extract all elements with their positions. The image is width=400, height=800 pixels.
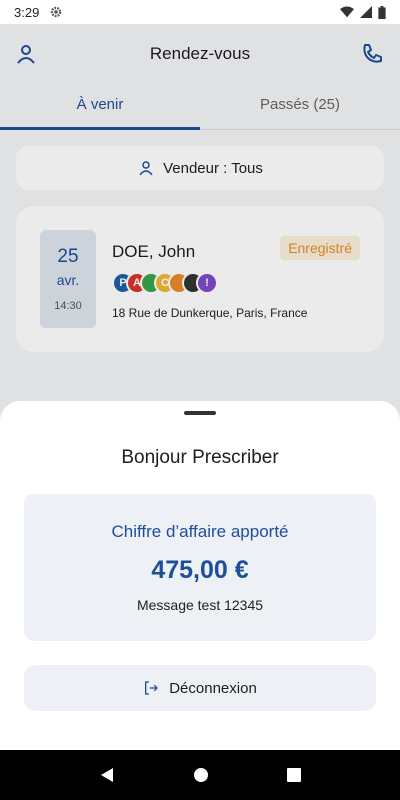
revenue-card: Chiffre d’affaire apporté 475,00 € Messa…: [24, 494, 376, 641]
back-icon[interactable]: [99, 767, 115, 783]
status-time: 3:29: [14, 4, 40, 20]
settings-icon: [51, 6, 62, 18]
drag-handle[interactable]: [184, 411, 216, 415]
revenue-amount: 475,00 €: [151, 556, 249, 584]
system-nav-bar: [0, 750, 400, 800]
battery-icon: [378, 5, 386, 19]
revenue-message: Message test 12345: [136, 597, 264, 613]
revenue-label: Chiffre d’affaire apporté: [111, 522, 289, 541]
logout-icon: [145, 681, 159, 695]
greeting: Bonjour Prescriber: [121, 447, 279, 468]
account-bottom-sheet: Bonjour Prescriber Chiffre d’affaire app…: [0, 401, 400, 750]
wifi-icon: [340, 6, 354, 18]
status-bar: 3:29: [0, 0, 400, 24]
recents-icon[interactable]: [287, 768, 301, 782]
logout-button[interactable]: Déconnexion: [24, 665, 376, 711]
logout-label: Déconnexion: [169, 679, 257, 697]
signal-icon: [360, 6, 372, 18]
home-icon[interactable]: [193, 767, 209, 783]
